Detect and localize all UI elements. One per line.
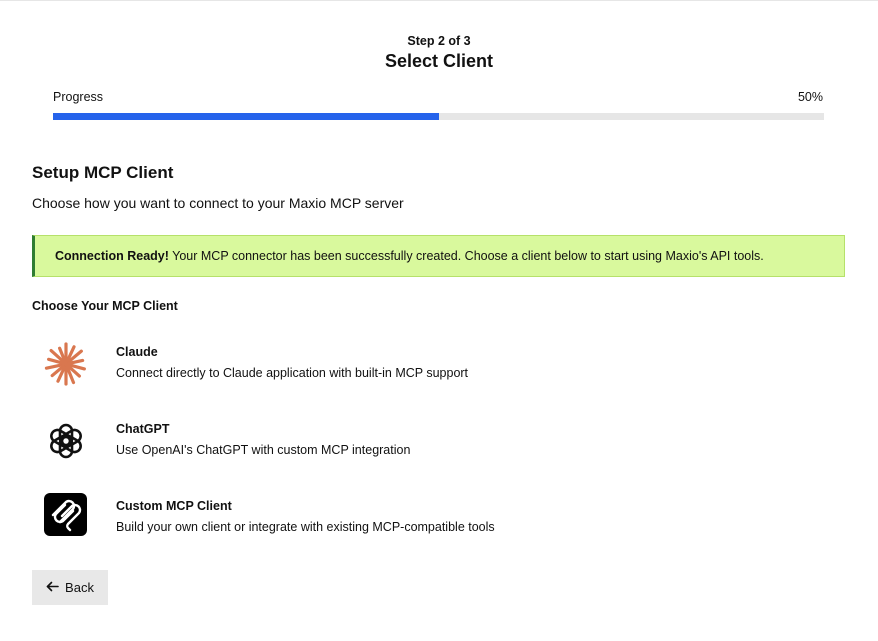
client-name: ChatGPT [116, 422, 170, 436]
client-description: Connect directly to Claude application w… [116, 366, 469, 380]
connection-ready-alert: Connection Ready! Your MCP connector has… [32, 235, 845, 277]
progress-bar [53, 113, 824, 120]
mcp-icon [44, 493, 88, 537]
client-description: Build your own client or integrate with … [116, 520, 495, 534]
top-divider [0, 0, 878, 1]
client-option-chatgpt[interactable]: ChatGPT Use OpenAI's ChatGPT with custom… [32, 416, 592, 476]
client-option-custom[interactable]: Custom MCP Client Build your own client … [32, 493, 592, 553]
alert-message: Your MCP connector has been successfully… [168, 249, 764, 263]
client-list-heading: Choose Your MCP Client [32, 299, 178, 313]
claude-icon [44, 342, 88, 386]
client-name: Custom MCP Client [116, 499, 232, 513]
back-button-label: Back [65, 580, 94, 595]
progress-fill [53, 113, 439, 120]
progress-percent: 50% [797, 90, 823, 104]
step-indicator: Step 2 of 3 [407, 34, 471, 48]
progress-label: Progress [53, 90, 104, 104]
page-title: Select Client [384, 51, 494, 71]
section-title: Setup MCP Client [32, 163, 174, 182]
arrow-left-icon [46, 580, 59, 595]
chatgpt-icon [44, 419, 88, 463]
client-name: Claude [116, 345, 158, 359]
client-description: Use OpenAI's ChatGPT with custom MCP int… [116, 443, 411, 457]
back-button[interactable]: Back [32, 570, 108, 605]
client-option-claude[interactable]: Claude Connect directly to Claude applic… [32, 339, 592, 399]
alert-strong-text: Connection Ready! [55, 249, 169, 263]
section-subtitle: Choose how you want to connect to your M… [32, 195, 404, 211]
